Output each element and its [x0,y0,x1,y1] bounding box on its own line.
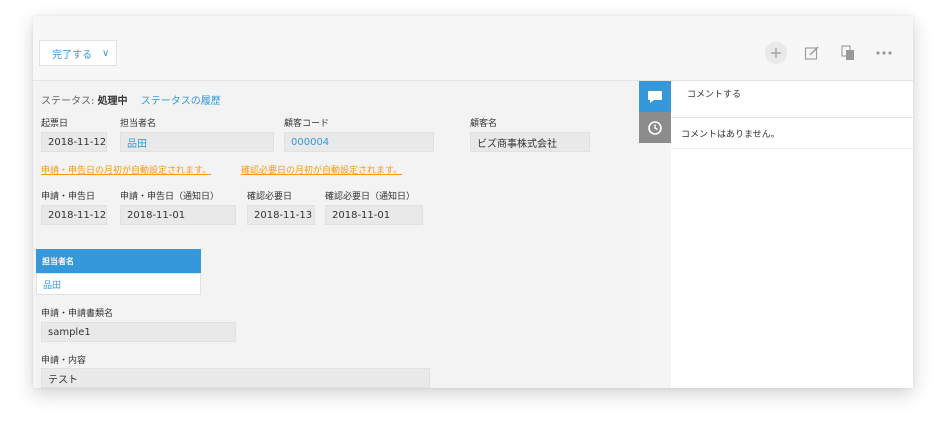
comment-panel: コメントする コメントはありません。 [671,81,913,388]
tantousha-label: 担当者名 [120,119,157,129]
record-window: 完了する ∨ ステータス: 処理中 ステータスの履歴 起票日 2018-11-1… [33,16,913,388]
table-row[interactable]: 品田 [36,273,201,295]
comment-compose-input[interactable]: コメントする [671,81,913,118]
status-history-link[interactable]: ステータスの履歴 [141,96,221,107]
shinsei-bi-label: 申請・申告日 [41,192,96,202]
chevron-down-icon: ∨ [102,47,110,59]
naiyou-label: 申請・内容 [41,356,87,366]
toolbar-icons [765,42,895,64]
shinsei-bi-tsuchi-label: 申請・申告日（通知日） [120,192,220,202]
kakunin-bi-tsuchi-label: 確認必要日（通知日） [325,192,416,202]
status-value: 処理中 [97,96,128,107]
kakunin-bi-value: 2018-11-13 [247,205,315,225]
kihyobi-value: 2018-11-12 [41,132,107,152]
edit-icon[interactable] [801,42,823,64]
shorui-mei-value: sample1 [41,322,236,342]
add-icon[interactable] [765,42,787,64]
kokyaku-mei-label: 顧客名 [470,119,498,129]
shinsei-notice: 申請・申告日の月初が自動設定されます。 [41,166,212,176]
kokyaku-code-label: 顧客コード [284,119,330,129]
status-row: ステータス: 処理中 ステータスの履歴 [41,92,221,107]
comment-icon [648,90,662,103]
naiyou-value: テスト [41,368,430,388]
shinsei-bi-tsuchi-value: 2018-11-01 [120,205,236,225]
history-tab[interactable] [639,112,671,143]
comment-empty-text: コメントはありません。 [671,119,913,149]
comment-tab[interactable] [639,81,671,112]
tantousha-value[interactable]: 品田 [120,132,274,152]
status-action-button[interactable]: 完了する ∨ [39,40,117,66]
kihyobi-label: 起票日 [41,119,69,129]
kakunin-bi-label: 確認必要日 [247,192,293,202]
record-detail: ステータス: 処理中 ステータスの履歴 起票日 2018-11-12 担当者名 … [33,81,639,388]
kakunin-bi-tsuchi-value: 2018-11-01 [325,205,423,225]
record-toolbar: 完了する ∨ [33,16,913,81]
copy-icon[interactable] [837,42,859,64]
status-label: ステータス: [41,96,95,107]
shinsei-bi-value: 2018-11-12 [41,205,107,225]
kokyaku-code-value[interactable]: 000004 [284,132,434,152]
sidebar-tabs [639,81,671,143]
history-icon [648,120,662,135]
more-icon[interactable] [873,42,895,64]
kokyaku-mei-value: ビズ商事株式会社 [470,132,590,152]
shorui-mei-label: 申請・申請書類名 [41,309,114,319]
table-header-tantousha: 担当者名 [36,249,201,273]
status-action-label: 完了する [52,49,92,61]
kakunin-notice: 確認必要日の月初が自動設定されます。 [241,166,403,176]
